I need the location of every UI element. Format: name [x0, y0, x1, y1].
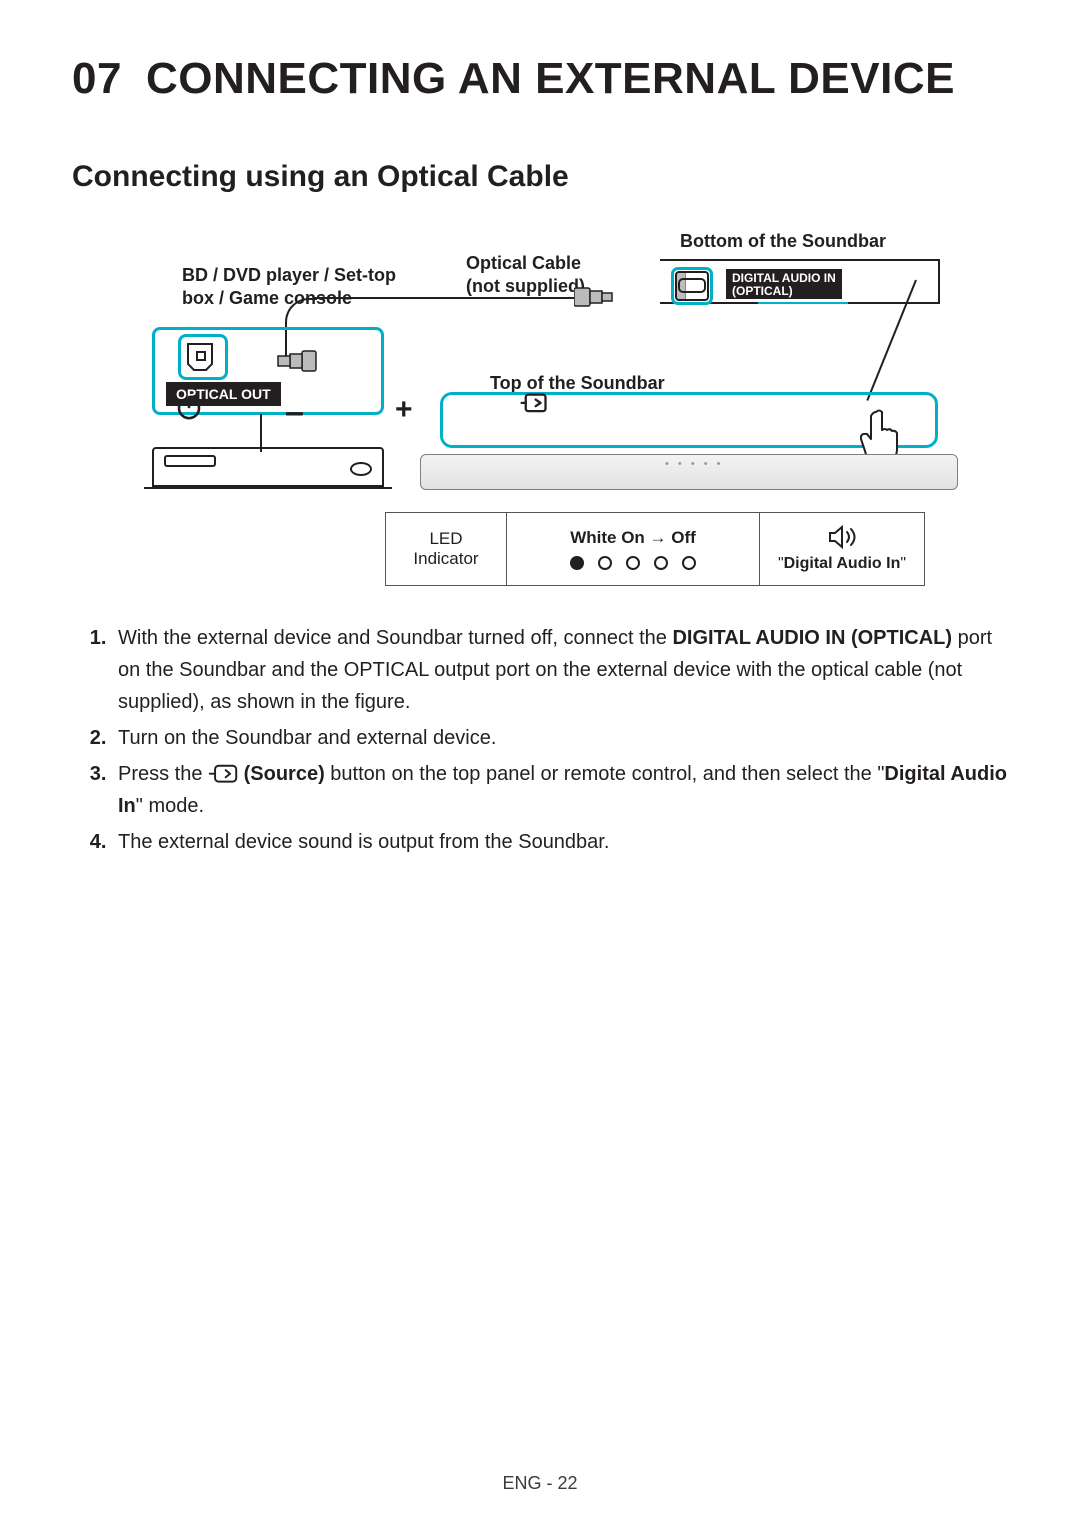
player-base	[144, 487, 392, 495]
legend-led-l2: Indicator	[413, 549, 478, 569]
step-1: With the external device and Soundbar tu…	[112, 622, 1008, 718]
legend-mode-bold: Digital Audio In	[784, 555, 901, 572]
label-bottom-soundbar: Bottom of the Soundbar	[680, 230, 886, 253]
led-indicator-legend: LED Indicator White On → Off	[385, 512, 925, 586]
soundbar-led-dots: • • • • •	[665, 458, 723, 470]
cable-line	[314, 297, 576, 299]
label-optical-cable-l1: Optical Cable	[466, 252, 585, 275]
connection-diagram: BD / DVD player / Set-top box / Game con…	[120, 222, 960, 592]
player-dial	[350, 462, 372, 476]
label-digital-audio-in: DIGITAL AUDIO IN (OPTICAL)	[726, 269, 842, 299]
optical-port-highlight	[671, 267, 713, 305]
led-dot-open	[598, 556, 612, 570]
leader-line-cyan	[758, 302, 848, 304]
player-tray	[164, 455, 216, 467]
led-dot-open	[682, 556, 696, 570]
page-footer: ENG - 22	[0, 1473, 1080, 1494]
volume-up-icon	[395, 393, 423, 421]
volume-down-icon	[285, 393, 313, 421]
led-dot-open	[626, 556, 640, 570]
label-digital-audio-in-l2: (OPTICAL)	[732, 285, 836, 298]
optical-out-highlight	[178, 334, 228, 380]
legend-led-dots	[570, 556, 696, 570]
legend-led-state: White On → Off	[570, 528, 696, 548]
legend-mode-text: "Digital Audio In"	[778, 555, 906, 573]
cable-plug-right	[574, 282, 614, 312]
label-digital-audio-in-l1: DIGITAL AUDIO IN	[732, 272, 836, 285]
step-3b-bold: (Source)	[238, 763, 325, 785]
power-button-icon	[175, 393, 203, 421]
step-3: Press the (Source) button on the top pan…	[112, 758, 1008, 822]
step-2: Turn on the Soundbar and external device…	[112, 722, 1008, 754]
legend-led-l1: LED	[429, 529, 462, 549]
step-1b-bold: DIGITAL AUDIO IN (OPTICAL)	[672, 627, 952, 649]
step-3e: " mode.	[136, 795, 204, 817]
section-number: 07	[72, 54, 122, 104]
led-dot-open	[654, 556, 668, 570]
step-3c: button on the top panel or remote contro…	[325, 763, 885, 785]
step-3a: Press the	[118, 763, 208, 785]
label-optical-cable-l2: (not supplied)	[466, 275, 585, 298]
speaker-icon	[827, 525, 857, 549]
instruction-steps: With the external device and Soundbar tu…	[82, 622, 1008, 858]
step-1a: With the external device and Soundbar tu…	[118, 627, 672, 649]
source-icon-inline	[208, 764, 238, 784]
source-button-icon	[520, 393, 548, 421]
label-optical-cable: Optical Cable (not supplied)	[466, 252, 585, 299]
section-title: CONNECTING AN EXTERNAL DEVICE	[146, 54, 955, 104]
subsection-title: Connecting using an Optical Cable	[72, 160, 1008, 194]
step-4: The external device sound is output from…	[112, 826, 1008, 858]
led-dot-filled	[570, 556, 584, 570]
